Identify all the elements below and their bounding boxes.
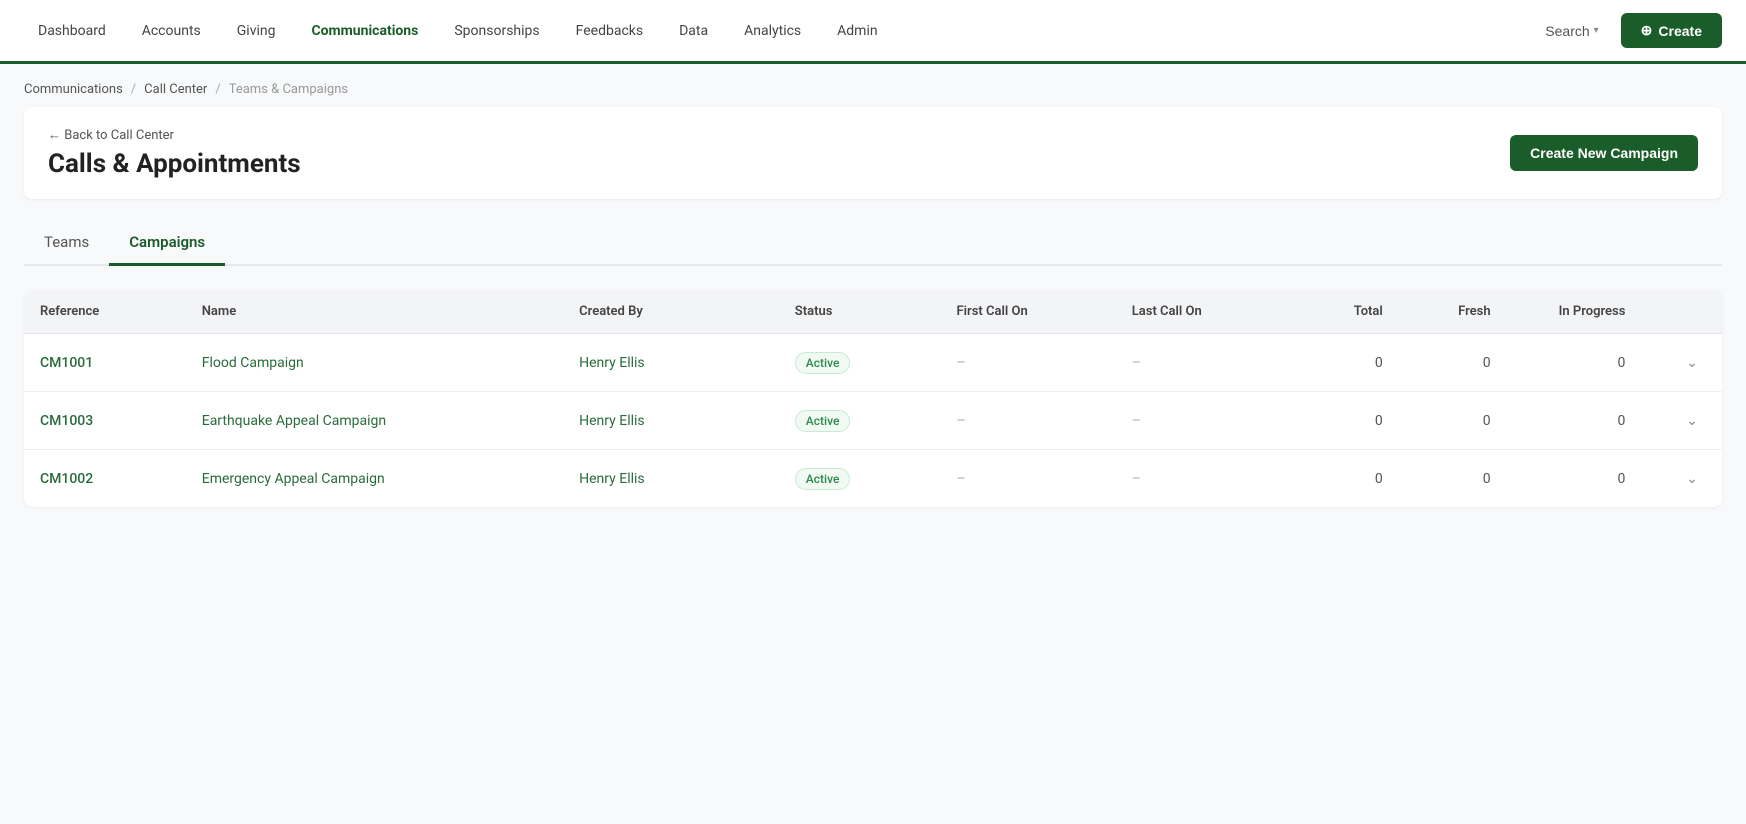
last-call-on-value: – (1132, 355, 1141, 371)
nav-item-analytics[interactable]: Analytics (730, 15, 815, 47)
in-progress-value: 0 (1618, 355, 1626, 371)
breadcrumb-communications[interactable]: Communications (24, 82, 123, 97)
top-nav: Dashboard Accounts Giving Communications… (0, 0, 1746, 64)
campaign-creator-link[interactable]: Henry Ellis (579, 355, 645, 371)
breadcrumb-call-center[interactable]: Call Center (144, 82, 207, 97)
expand-row-button[interactable]: ⌄ (1678, 466, 1706, 491)
nav-item-giving[interactable]: Giving (223, 15, 290, 47)
last-call-on-value: – (1132, 413, 1141, 429)
campaign-name-link[interactable]: Emergency Appeal Campaign (202, 471, 385, 487)
campaign-name-link[interactable]: Earthquake Appeal Campaign (202, 413, 386, 429)
search-button[interactable]: Search ▾ (1535, 17, 1608, 45)
campaign-ref-link[interactable]: CM1001 (40, 355, 93, 371)
nav-right: Search ▾ ⊕ Create (1535, 13, 1722, 48)
table-row: CM1003 Earthquake Appeal Campaign Henry … (24, 392, 1722, 450)
nav-item-admin[interactable]: Admin (823, 15, 891, 47)
total-value: 0 (1375, 413, 1383, 429)
fresh-value: 0 (1483, 355, 1491, 371)
col-header-name: Name (186, 290, 563, 334)
col-header-status: Status (779, 290, 941, 334)
total-value: 0 (1375, 355, 1383, 371)
col-header-expand (1641, 290, 1722, 334)
col-header-first-call-on: First Call On (941, 290, 1116, 334)
campaigns-table: Reference Name Created By Status First C… (24, 290, 1722, 507)
nav-item-sponsorships[interactable]: Sponsorships (440, 15, 553, 47)
search-label: Search (1545, 23, 1589, 39)
campaign-name-link[interactable]: Flood Campaign (202, 355, 304, 371)
in-progress-value: 0 (1618, 471, 1626, 487)
back-link[interactable]: ← Back to Call Center (48, 127, 301, 143)
status-badge: Active (795, 468, 851, 490)
nav-item-dashboard[interactable]: Dashboard (24, 15, 120, 47)
campaign-ref-link[interactable]: CM1002 (40, 471, 93, 487)
table-row: CM1001 Flood Campaign Henry Ellis Active… (24, 334, 1722, 392)
col-header-in-progress: In Progress (1507, 290, 1642, 334)
breadcrumb-sep-1: / (131, 82, 136, 97)
tab-campaigns[interactable]: Campaigns (109, 223, 225, 266)
breadcrumb-sep-2: / (215, 82, 220, 97)
nav-items: Dashboard Accounts Giving Communications… (24, 15, 892, 47)
campaign-ref-link[interactable]: CM1003 (40, 413, 93, 429)
status-badge: Active (795, 352, 851, 374)
total-value: 0 (1375, 471, 1383, 487)
first-call-on-value: – (957, 413, 966, 429)
create-icon: ⊕ (1641, 22, 1653, 39)
status-badge: Active (795, 410, 851, 432)
last-call-on-value: – (1132, 471, 1141, 487)
page-header: ← Back to Call Center Calls & Appointmen… (24, 107, 1722, 199)
create-new-campaign-button[interactable]: Create New Campaign (1510, 135, 1698, 171)
table-row: CM1002 Emergency Appeal Campaign Henry E… (24, 450, 1722, 508)
page-header-left: ← Back to Call Center Calls & Appointmen… (48, 127, 301, 179)
tab-teams[interactable]: Teams (24, 223, 109, 266)
chevron-down-icon: ▾ (1594, 25, 1599, 36)
campaign-creator-link[interactable]: Henry Ellis (579, 413, 645, 429)
table-body: CM1001 Flood Campaign Henry Ellis Active… (24, 334, 1722, 508)
create-button[interactable]: ⊕ Create (1621, 13, 1722, 48)
nav-item-feedbacks[interactable]: Feedbacks (562, 15, 657, 47)
fresh-value: 0 (1483, 413, 1491, 429)
expand-row-button[interactable]: ⌄ (1678, 408, 1706, 433)
col-header-total: Total (1291, 290, 1399, 334)
col-header-created-by: Created By (563, 290, 779, 334)
col-header-fresh: Fresh (1399, 290, 1507, 334)
main-content: ← Back to Call Center Calls & Appointmen… (0, 107, 1746, 531)
expand-row-button[interactable]: ⌄ (1678, 350, 1706, 375)
breadcrumb-current: Teams & Campaigns (229, 82, 348, 97)
create-label: Create (1658, 23, 1702, 39)
first-call-on-value: – (957, 471, 966, 487)
col-header-last-call-on: Last Call On (1116, 290, 1291, 334)
nav-item-data[interactable]: Data (665, 15, 722, 47)
breadcrumb: Communications / Call Center / Teams & C… (0, 64, 1746, 107)
in-progress-value: 0 (1618, 413, 1626, 429)
first-call-on-value: – (957, 355, 966, 371)
fresh-value: 0 (1483, 471, 1491, 487)
campaign-creator-link[interactable]: Henry Ellis (579, 471, 645, 487)
table-header-row: Reference Name Created By Status First C… (24, 290, 1722, 334)
col-header-reference: Reference (24, 290, 186, 334)
tabs: Teams Campaigns (24, 223, 1722, 266)
nav-item-accounts[interactable]: Accounts (128, 15, 215, 47)
campaigns-table-container: Reference Name Created By Status First C… (24, 290, 1722, 507)
page-title: Calls & Appointments (48, 149, 301, 179)
nav-item-communications[interactable]: Communications (297, 15, 432, 47)
